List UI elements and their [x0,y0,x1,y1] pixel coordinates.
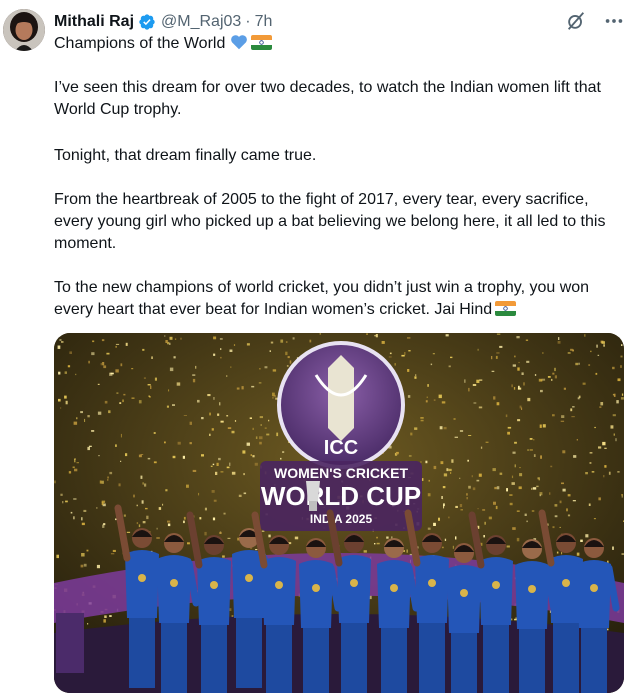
tweet-timestamp[interactable]: 7h [255,11,273,33]
tweet-paragraph-dream: I’ve seen this dream for over two decade… [54,79,601,118]
logo-icc-text: ICC [324,437,358,459]
tweet-paragraph-champions: To the new champions of world cricket, y… [54,277,624,321]
tweet-header: Mithali Raj @M_Raj03 · 7h [54,10,625,34]
tweet-paragraph-heartbreak: From the heartbreak of 2005 to the fight… [54,191,606,252]
verified-badge-icon [138,13,156,31]
more-options-icon[interactable] [603,10,625,32]
blue-heart-emoji-icon [230,34,248,50]
tweet-first-line: Champions of the World [54,33,624,55]
separator-dot: · [245,13,251,30]
india-flag-emoji-icon [495,301,517,316]
avatar[interactable] [3,9,45,51]
side-banner [56,613,84,673]
grok-icon[interactable] [565,10,587,32]
india-flag-emoji-icon [251,35,273,50]
author-name[interactable]: Mithali Raj [54,11,134,33]
logo-worldcup-text: WORLD CUP [261,481,421,511]
avatar-image [3,9,45,51]
celebration-photo: ICC WOMEN'S CRICKET WORLD CUP INDIA 2025 [54,333,624,693]
tweet-text: Champions of the World I’ve seen this dr… [54,33,624,318]
header-actions [565,10,625,32]
logo-tournament-text: WOMEN'S CRICKET [274,465,408,481]
tweet-headline: Champions of the World [54,35,226,52]
logo-venue-text: INDIA 2025 [310,512,373,526]
tweet-paragraph-tonight: Tonight, that dream finally came true. [54,147,317,164]
author-handle[interactable]: @M_Raj03 [161,11,241,33]
tweet-media-image[interactable]: ICC WOMEN'S CRICKET WORLD CUP INDIA 2025 [54,333,624,693]
